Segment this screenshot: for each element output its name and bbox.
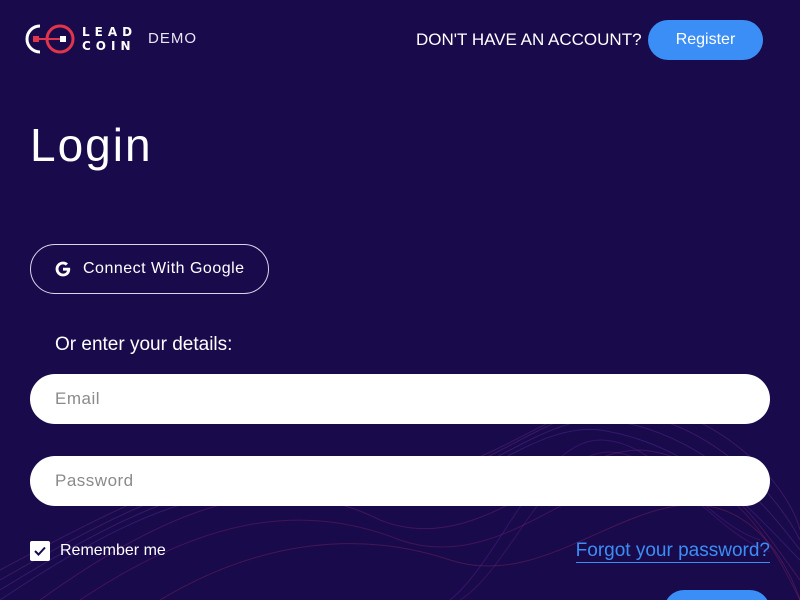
remember-me-checkbox[interactable]: Remember me <box>30 541 166 561</box>
login-page: LEAD COIN DEMO DON'T HAVE AN ACCOUNT? Re… <box>0 0 800 600</box>
connect-google-label: Connect With Google <box>83 260 245 277</box>
register-button[interactable]: Register <box>648 20 763 60</box>
no-account-text: DON'T HAVE AN ACCOUNT? <box>416 30 642 49</box>
checkbox-box[interactable] <box>30 541 50 561</box>
demo-tag: DEMO <box>148 30 197 47</box>
google-icon <box>53 259 73 279</box>
forgot-password-link[interactable]: Forgot your password? <box>575 540 770 563</box>
logo-word-coin: COIN <box>82 39 136 53</box>
leadcoin-logo-mark-icon <box>25 24 75 54</box>
logo-word-lead: LEAD <box>82 25 138 39</box>
page-title: Login <box>30 119 153 171</box>
remember-me-label: Remember me <box>60 542 166 559</box>
checkmark-icon <box>34 546 46 556</box>
leadcoin-logo[interactable]: LEAD COIN <box>24 22 137 56</box>
email-input[interactable] <box>30 374 770 424</box>
or-enter-details-text: Or enter your details: <box>55 334 233 355</box>
logo-wordmark: LEAD COIN <box>82 25 137 53</box>
connect-google-button[interactable]: Connect With Google <box>30 244 269 294</box>
login-submit-button[interactable] <box>664 590 770 600</box>
password-input[interactable] <box>30 456 770 506</box>
background-wave-pattern <box>0 399 800 600</box>
